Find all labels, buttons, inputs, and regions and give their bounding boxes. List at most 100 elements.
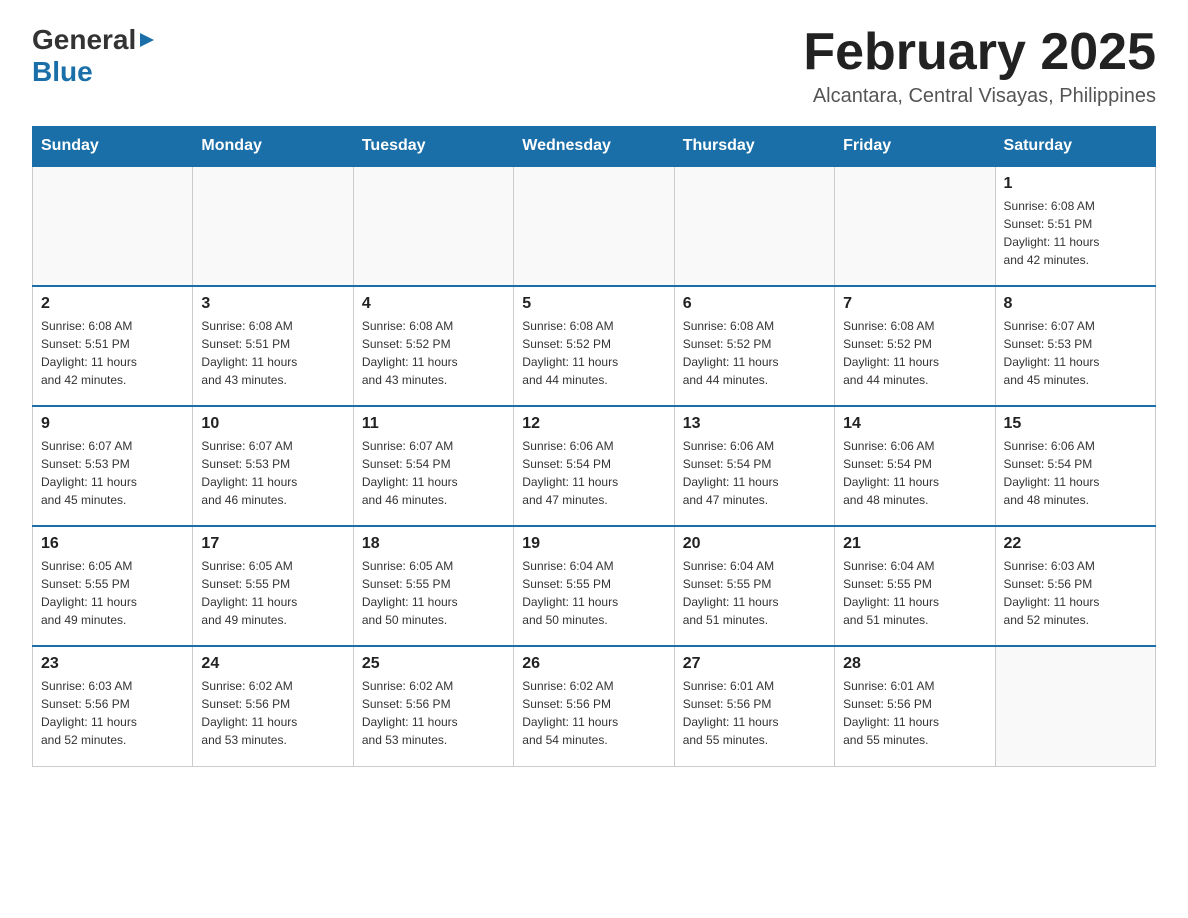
calendar-cell: 2 Sunrise: 6:08 AM Sunset: 5:51 PM Daylig…: [33, 286, 193, 406]
day-number: 26: [522, 655, 665, 673]
calendar-cell: 17Sunrise: 6:05 AM Sunset: 5:55 PM Dayli…: [193, 526, 353, 646]
calendar-header: SundayMondayTuesdayWednesdayThursdayFrid…: [33, 127, 1156, 167]
calendar-cell: 15 Sunrise: 6:06 AM Sunset: 5:54 PM Dayli…: [995, 406, 1155, 526]
calendar-cell: 12 Sunrise: 6:06 AM Sunset: 5:54 PM Dayli…: [514, 406, 674, 526]
calendar-cell: [353, 166, 513, 286]
calendar-cell: [995, 646, 1155, 766]
day-info: Sunrise: 6:08 AM Sunset: 5:52 PM Dayligh…: [683, 317, 826, 389]
calendar-cell: 19 Sunrise: 6:04 AM Sunset: 5:55 PM Dayli…: [514, 526, 674, 646]
day-number: 4: [362, 295, 505, 313]
day-info: Sunrise: 6:05 AM Sunset: 5:55 PM Dayligh…: [362, 557, 505, 629]
calendar-cell: 8 Sunrise: 6:07 AM Sunset: 5:53 PM Daylig…: [995, 286, 1155, 406]
day-info: Sunrise: 6:04 AM Sunset: 5:55 PM Dayligh…: [522, 557, 665, 629]
weekday-header-tuesday: Tuesday: [353, 127, 513, 167]
day-number: 2: [41, 295, 184, 313]
calendar-cell: 11Sunrise: 6:07 AM Sunset: 5:54 PM Dayli…: [353, 406, 513, 526]
day-info: Sunrise: 6:02 AM Sunset: 5:56 PM Dayligh…: [522, 677, 665, 749]
calendar-cell: 16 Sunrise: 6:05 AM Sunset: 5:55 PM Dayli…: [33, 526, 193, 646]
calendar-cell: [33, 166, 193, 286]
day-info: Sunrise: 6:01 AM Sunset: 5:56 PM Dayligh…: [843, 677, 986, 749]
day-info: Sunrise: 6:06 AM Sunset: 5:54 PM Dayligh…: [1004, 437, 1147, 509]
calendar-cell: 25 Sunrise: 6:02 AM Sunset: 5:56 PM Dayli…: [353, 646, 513, 766]
day-info: Sunrise: 6:08 AM Sunset: 5:51 PM Dayligh…: [201, 317, 344, 389]
day-info: Sunrise: 6:08 AM Sunset: 5:52 PM Dayligh…: [843, 317, 986, 389]
day-number: 20: [683, 535, 826, 553]
calendar-cell: [835, 166, 995, 286]
day-info: Sunrise: 6:03 AM Sunset: 5:56 PM Dayligh…: [1004, 557, 1147, 629]
day-number: 19: [522, 535, 665, 553]
calendar-cell: 1 Sunrise: 6:08 AM Sunset: 5:51 PM Daylig…: [995, 166, 1155, 286]
day-number: 22: [1004, 535, 1147, 553]
day-info: Sunrise: 6:08 AM Sunset: 5:51 PM Dayligh…: [1004, 197, 1147, 269]
day-info: Sunrise: 6:07 AM Sunset: 5:53 PM Dayligh…: [41, 437, 184, 509]
calendar-week-row: 23 Sunrise: 6:03 AM Sunset: 5:56 PM Dayli…: [33, 646, 1156, 766]
day-number: 21: [843, 535, 986, 553]
calendar-cell: 18Sunrise: 6:05 AM Sunset: 5:55 PM Dayli…: [353, 526, 513, 646]
day-info: Sunrise: 6:07 AM Sunset: 5:54 PM Dayligh…: [362, 437, 505, 509]
page-header: General Blue February 2025 Alcantara, Ce…: [32, 24, 1156, 108]
page-subtitle: Alcantara, Central Visayas, Philippines: [803, 85, 1156, 108]
day-number: 15: [1004, 415, 1147, 433]
calendar-week-row: 9 Sunrise: 6:07 AM Sunset: 5:53 PM Daylig…: [33, 406, 1156, 526]
day-number: 16: [41, 535, 184, 553]
calendar-cell: 10Sunrise: 6:07 AM Sunset: 5:53 PM Dayli…: [193, 406, 353, 526]
calendar-cell: [193, 166, 353, 286]
weekday-header-thursday: Thursday: [674, 127, 834, 167]
day-number: 6: [683, 295, 826, 313]
day-number: 3: [201, 295, 344, 313]
day-number: 14: [843, 415, 986, 433]
day-info: Sunrise: 6:08 AM Sunset: 5:52 PM Dayligh…: [522, 317, 665, 389]
day-number: 9: [41, 415, 184, 433]
title-area: February 2025 Alcantara, Central Visayas…: [803, 24, 1156, 108]
calendar-cell: 24 Sunrise: 6:02 AM Sunset: 5:56 PM Dayli…: [193, 646, 353, 766]
calendar-week-row: 16 Sunrise: 6:05 AM Sunset: 5:55 PM Dayli…: [33, 526, 1156, 646]
calendar-table: SundayMondayTuesdayWednesdayThursdayFrid…: [32, 126, 1156, 767]
day-info: Sunrise: 6:08 AM Sunset: 5:52 PM Dayligh…: [362, 317, 505, 389]
day-number: 8: [1004, 295, 1147, 313]
day-number: 1: [1004, 175, 1147, 193]
day-number: 12: [522, 415, 665, 433]
day-info: Sunrise: 6:05 AM Sunset: 5:55 PM Dayligh…: [41, 557, 184, 629]
calendar-week-row: 1 Sunrise: 6:08 AM Sunset: 5:51 PM Daylig…: [33, 166, 1156, 286]
calendar-cell: 7 Sunrise: 6:08 AM Sunset: 5:52 PM Daylig…: [835, 286, 995, 406]
weekday-header-saturday: Saturday: [995, 127, 1155, 167]
day-info: Sunrise: 6:01 AM Sunset: 5:56 PM Dayligh…: [683, 677, 826, 749]
day-info: Sunrise: 6:06 AM Sunset: 5:54 PM Dayligh…: [683, 437, 826, 509]
weekday-header-wednesday: Wednesday: [514, 127, 674, 167]
day-number: 28: [843, 655, 986, 673]
day-info: Sunrise: 6:02 AM Sunset: 5:56 PM Dayligh…: [362, 677, 505, 749]
calendar-cell: 23 Sunrise: 6:03 AM Sunset: 5:56 PM Dayli…: [33, 646, 193, 766]
logo-general-text: General: [32, 24, 136, 56]
calendar-cell: 13 Sunrise: 6:06 AM Sunset: 5:54 PM Dayli…: [674, 406, 834, 526]
day-info: Sunrise: 6:06 AM Sunset: 5:54 PM Dayligh…: [843, 437, 986, 509]
day-number: 13: [683, 415, 826, 433]
calendar-cell: 22 Sunrise: 6:03 AM Sunset: 5:56 PM Dayli…: [995, 526, 1155, 646]
weekday-header-row: SundayMondayTuesdayWednesdayThursdayFrid…: [33, 127, 1156, 167]
calendar-cell: 26 Sunrise: 6:02 AM Sunset: 5:56 PM Dayli…: [514, 646, 674, 766]
weekday-header-friday: Friday: [835, 127, 995, 167]
weekday-header-sunday: Sunday: [33, 127, 193, 167]
page-title: February 2025: [803, 24, 1156, 81]
day-info: Sunrise: 6:08 AM Sunset: 5:51 PM Dayligh…: [41, 317, 184, 389]
day-info: Sunrise: 6:07 AM Sunset: 5:53 PM Dayligh…: [1004, 317, 1147, 389]
day-number: 25: [362, 655, 505, 673]
calendar-cell: 3 Sunrise: 6:08 AM Sunset: 5:51 PM Daylig…: [193, 286, 353, 406]
calendar-cell: 5 Sunrise: 6:08 AM Sunset: 5:52 PM Daylig…: [514, 286, 674, 406]
day-info: Sunrise: 6:07 AM Sunset: 5:53 PM Dayligh…: [201, 437, 344, 509]
calendar-cell: 9 Sunrise: 6:07 AM Sunset: 5:53 PM Daylig…: [33, 406, 193, 526]
logo-flag-icon: [136, 29, 158, 51]
calendar-cell: 4 Sunrise: 6:08 AM Sunset: 5:52 PM Daylig…: [353, 286, 513, 406]
calendar-cell: 28 Sunrise: 6:01 AM Sunset: 5:56 PM Dayli…: [835, 646, 995, 766]
day-number: 23: [41, 655, 184, 673]
day-info: Sunrise: 6:03 AM Sunset: 5:56 PM Dayligh…: [41, 677, 184, 749]
day-number: 24: [201, 655, 344, 673]
calendar-body: 1 Sunrise: 6:08 AM Sunset: 5:51 PM Daylig…: [33, 166, 1156, 766]
day-info: Sunrise: 6:02 AM Sunset: 5:56 PM Dayligh…: [201, 677, 344, 749]
day-number: 5: [522, 295, 665, 313]
day-info: Sunrise: 6:04 AM Sunset: 5:55 PM Dayligh…: [843, 557, 986, 629]
day-number: 7: [843, 295, 986, 313]
calendar-cell: [514, 166, 674, 286]
day-info: Sunrise: 6:06 AM Sunset: 5:54 PM Dayligh…: [522, 437, 665, 509]
calendar-cell: 27Sunrise: 6:01 AM Sunset: 5:56 PM Dayli…: [674, 646, 834, 766]
calendar-cell: 14 Sunrise: 6:06 AM Sunset: 5:54 PM Dayli…: [835, 406, 995, 526]
